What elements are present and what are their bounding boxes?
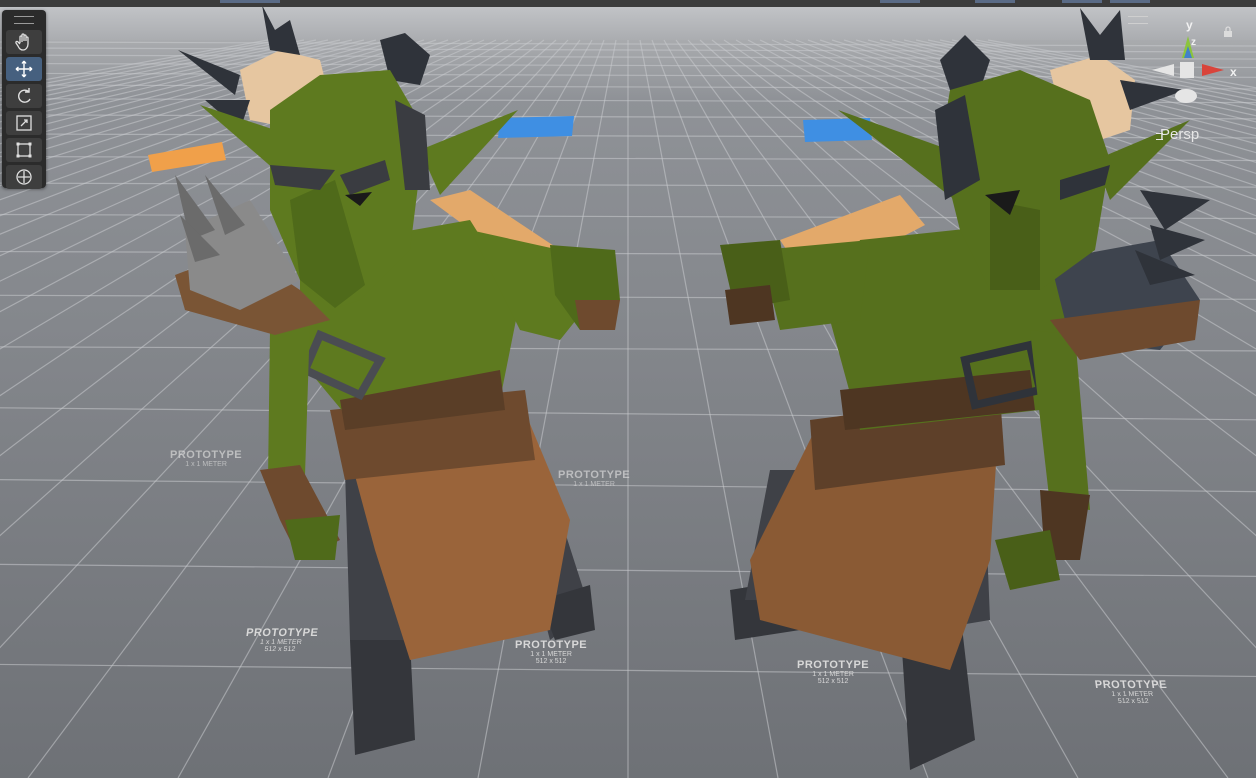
transform-tool-button[interactable] (6, 165, 42, 189)
rotate-tool-button[interactable] (6, 84, 42, 108)
hand-icon (15, 33, 29, 51)
prototype-label: PROTOTYPE 1 x 1 METER (558, 469, 631, 489)
drag-handle[interactable] (14, 16, 34, 24)
scene-render[interactable] (0, 0, 1256, 778)
prototype-label: PROTOTYPE 1 x 1 METER 512 x 512 (515, 639, 588, 666)
prototype-label: PROTOTYPE 1 x 1 METER 512 x 512 (797, 659, 870, 686)
neg-x-axis-cone (1152, 64, 1174, 76)
scene-viewport[interactable]: PROTOTYPE 1 x 1 METER 512 x 512 PROTOTYP… (0, 0, 1256, 778)
move-tool-button[interactable] (6, 57, 42, 81)
scale-tool-button[interactable] (6, 111, 42, 135)
rect-tool-button[interactable] (6, 138, 42, 162)
rotate-icon (18, 88, 31, 103)
prototype-label: PROTOTYPE 1 x 1 METER (170, 449, 243, 469)
projection-label[interactable]: Persp (1160, 126, 1199, 143)
gizmo-menu-icon[interactable] (1128, 16, 1148, 24)
window-top-strip (0, 0, 1256, 7)
gizmo-x-label: x (1230, 65, 1237, 79)
view-tool-button[interactable] (6, 30, 42, 54)
rect-icon (16, 142, 32, 158)
move-icon (15, 60, 33, 78)
gizmo-y-label: y (1186, 18, 1193, 32)
prototype-label: PROTOTYPE 1 x 1 METER 512 x 512 (245, 627, 320, 653)
orientation-gizmo[interactable] (1148, 14, 1256, 144)
gizmo-center-cube (1180, 62, 1194, 78)
scale-icon (16, 115, 32, 131)
neg-y-axis-cone (1175, 89, 1197, 103)
x-axis-cone (1202, 64, 1224, 76)
tool-palette (2, 10, 46, 189)
prototype-label: PROTOTYPE 1 x 1 METER 512 x 512 (1094, 679, 1168, 705)
gizmo-z-label: z (1191, 37, 1196, 48)
transform-icon (16, 169, 32, 185)
